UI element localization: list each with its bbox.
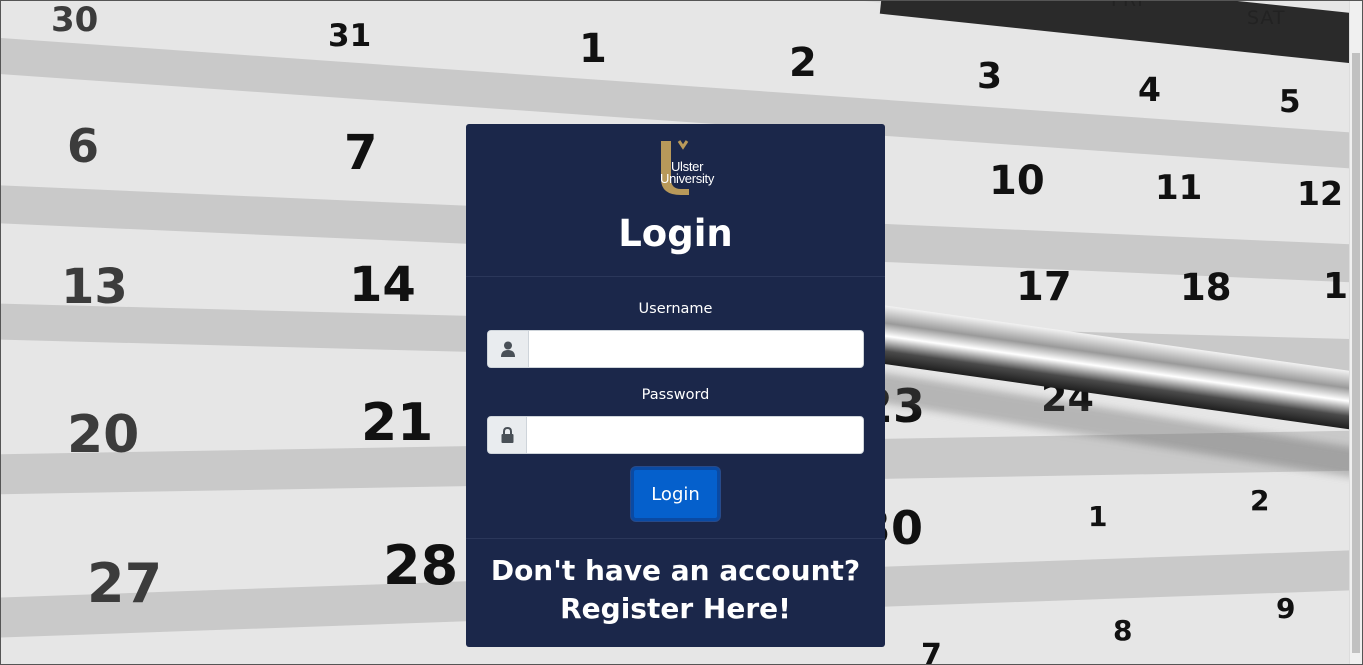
calendar-date: 30	[51, 1, 99, 40]
calendar-date: 21	[361, 393, 434, 453]
calendar-date: 19	[1323, 266, 1350, 307]
logo-line-2: University	[660, 171, 715, 186]
lock-icon	[488, 417, 527, 453]
register-line-2: Register Here!	[560, 592, 791, 625]
calendar-date: 4	[1138, 70, 1161, 109]
calendar-date: 31	[328, 18, 372, 54]
calendar-date: 27	[87, 552, 163, 615]
calendar-date: 3	[977, 56, 1003, 97]
ulster-university-logo: Ulster University	[624, 139, 729, 197]
calendar-date: 18	[1180, 266, 1232, 309]
calendar-date: 12	[1297, 174, 1343, 213]
browser-viewport: FRI SAT 30 31 1 2 3 4 5 6 7 10 11 12 13 …	[0, 0, 1363, 665]
calendar-date: 1	[579, 26, 607, 72]
card-divider	[466, 538, 885, 539]
calendar-date: 9	[1276, 592, 1296, 625]
password-input[interactable]	[527, 417, 863, 453]
calendar-dayname: FRI	[1111, 1, 1144, 11]
password-input-group	[487, 416, 864, 454]
calendar-date: 13	[61, 259, 128, 315]
username-input-group	[487, 330, 864, 368]
page-title: Login	[618, 212, 733, 255]
calendar-date: 7	[921, 638, 942, 665]
calendar-date: 28	[383, 534, 459, 597]
register-line-1: Don't have an account?	[490, 554, 861, 587]
page-scrollbar[interactable]	[1349, 1, 1362, 664]
calendar-date: 5	[1279, 84, 1301, 120]
login-button[interactable]: Login	[631, 467, 720, 521]
calendar-date: 1	[1088, 500, 1108, 533]
password-label: Password	[641, 387, 710, 403]
register-link[interactable]: Don't have an account? Register Here!	[466, 552, 885, 628]
calendar-date: 2	[1250, 484, 1270, 517]
calendar-date: 6	[67, 119, 100, 173]
calendar-date: 8	[1113, 614, 1133, 647]
scrollbar-thumb[interactable]	[1352, 53, 1360, 653]
login-card: Ulster University Login Username Passwor…	[466, 124, 885, 647]
user-icon	[488, 331, 529, 367]
login-card-header: Ulster University Login	[466, 124, 885, 277]
calendar-date: 20	[67, 405, 140, 465]
username-input[interactable]	[529, 331, 863, 367]
logo-wordmark: Ulster University	[660, 160, 715, 186]
calendar-date: 11	[1155, 168, 1203, 208]
calendar-date: 17	[1016, 264, 1072, 310]
calendar-date: 2	[789, 40, 817, 86]
calendar-date: 7	[344, 125, 378, 181]
username-label: Username	[638, 301, 713, 317]
calendar-dayname: SAT	[1247, 7, 1286, 29]
calendar-date: 14	[349, 257, 416, 313]
calendar-date: 10	[989, 158, 1045, 204]
